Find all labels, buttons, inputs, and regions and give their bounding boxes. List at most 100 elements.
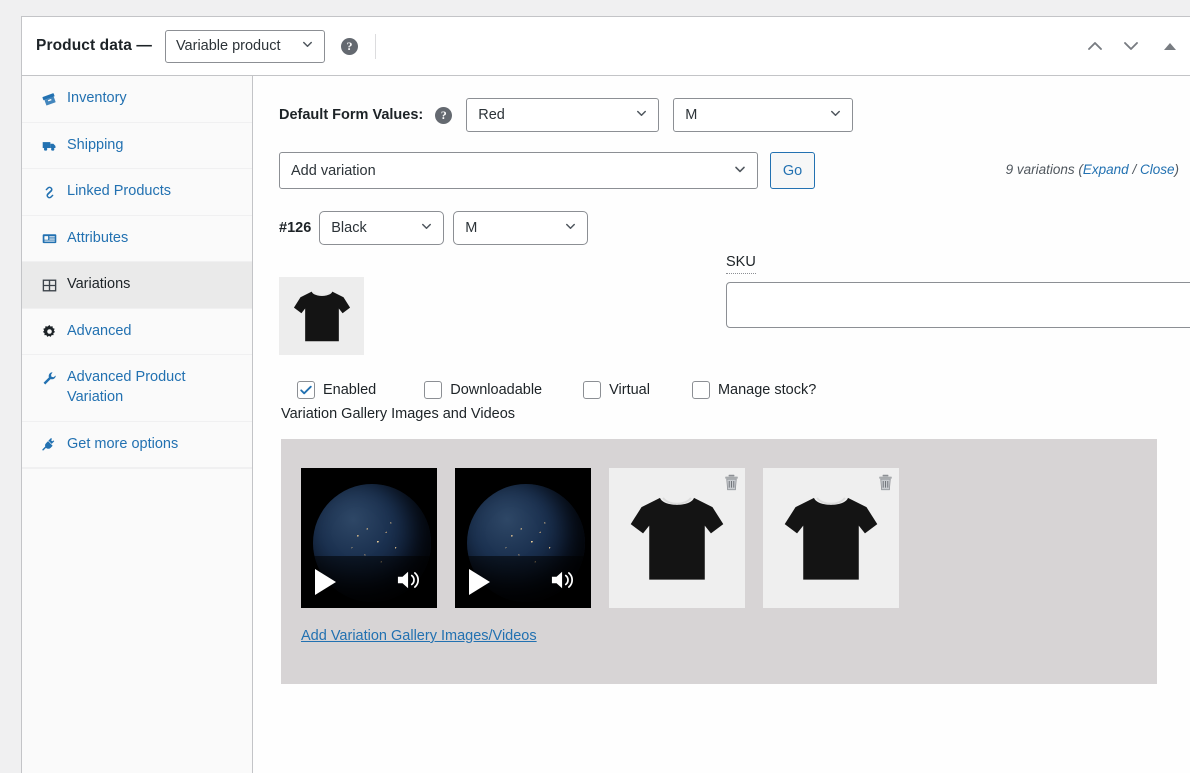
variation-top-row: SKU ?: [279, 254, 1190, 355]
go-button[interactable]: Go: [770, 152, 815, 189]
variations-separator: /: [1132, 162, 1137, 177]
trash-icon[interactable]: [720, 471, 742, 493]
truck-icon: [40, 137, 58, 155]
play-icon[interactable]: [315, 569, 336, 595]
id-card-icon: [40, 230, 58, 248]
grid-icon: [40, 276, 58, 294]
checkbox-manage-stock-box[interactable]: [691, 381, 710, 399]
variation-size-select[interactable]: M: [453, 211, 589, 245]
panel-body: Inventory Shipping Linked Products Attri…: [22, 76, 1190, 773]
variations-panel: Default Form Values: ? Red M Add variati…: [253, 76, 1190, 773]
video-controls: [301, 556, 437, 608]
gear-icon: [40, 323, 58, 341]
wrench-icon: [40, 369, 58, 387]
volume-icon[interactable]: [549, 568, 577, 597]
sidebar-item-advanced-product-variation[interactable]: Advanced Product Variation: [22, 355, 252, 422]
sidebar-item-label: Get more options: [67, 435, 179, 452]
gallery-image-item[interactable]: [609, 468, 745, 608]
help-circle-icon[interactable]: ?: [340, 37, 358, 55]
checkbox-label: Enabled: [323, 382, 377, 398]
sku-block: SKU ?: [726, 253, 1190, 328]
variation-thumbnail[interactable]: [279, 277, 364, 355]
gallery-image-item[interactable]: [763, 468, 899, 608]
black-tshirt-icon: [293, 291, 350, 342]
sku-label: SKU: [726, 253, 756, 274]
default-size-value: M: [685, 107, 698, 123]
sidebar-item-label: Shipping: [67, 136, 124, 153]
checkbox-enabled[interactable]: Enabled: [297, 381, 376, 399]
page-title: Product data —: [36, 37, 152, 54]
trash-icon[interactable]: [874, 471, 896, 493]
panel-header-actions: [1084, 35, 1176, 57]
chevron-down-icon[interactable]: [1120, 35, 1142, 57]
sidebar-item-label: Variations: [67, 276, 131, 293]
sku-label-row: SKU ?: [726, 253, 1190, 274]
variation-checkboxes: Enabled Downloadable Virtual Manage stoc…: [279, 355, 1190, 399]
variation-color-value: Black: [331, 220, 367, 236]
checkbox-downloadable-box[interactable]: [424, 381, 443, 399]
product-data-panel: Product data — Variable product ? Invent…: [21, 16, 1190, 773]
help-circle-icon[interactable]: ?: [435, 106, 453, 124]
add-variation-select[interactable]: Add variation: [279, 152, 758, 189]
variation-gallery: Add Variation Gallery Images/Videos: [281, 439, 1157, 684]
variation-header-row: #126 Black M: [253, 189, 1190, 245]
sidebar-item-advanced[interactable]: Advanced: [22, 309, 252, 356]
add-variation-value: Add variation: [291, 162, 376, 179]
add-variation-row: Add variation Go 9 variations (Expand / …: [253, 132, 1190, 189]
black-tshirt-image: [784, 497, 878, 580]
check-icon: [300, 385, 312, 395]
checkbox-label: Virtual: [609, 382, 650, 398]
variation-id: #126: [279, 220, 312, 236]
variations-count: 9 variations (Expand / Close): [1006, 162, 1179, 177]
chevron-up-icon[interactable]: [1084, 35, 1106, 57]
variations-paren-close: ): [1174, 162, 1180, 177]
product-type-select[interactable]: Variable product: [164, 29, 325, 63]
gallery-video-item[interactable]: [455, 468, 591, 608]
default-color-value: Red: [478, 107, 505, 123]
gallery-video-item[interactable]: [301, 468, 437, 608]
variation-size-value: M: [465, 220, 478, 236]
sidebar-item-shipping[interactable]: Shipping: [22, 123, 252, 170]
sidebar-item-label: Inventory: [67, 90, 127, 106]
sku-input[interactable]: [726, 281, 1190, 328]
checkbox-label: Manage stock?: [717, 382, 817, 398]
close-link[interactable]: Close: [1140, 162, 1175, 177]
checkbox-virtual[interactable]: Virtual: [583, 381, 650, 399]
play-icon[interactable]: [469, 569, 490, 595]
default-color-select[interactable]: Red: [466, 98, 660, 132]
sidebar-filler: [22, 468, 252, 470]
sidebar-item-get-more-options[interactable]: Get more options: [22, 422, 252, 469]
checkbox-virtual-box[interactable]: [583, 381, 602, 399]
checkbox-label: Downloadable: [450, 382, 543, 398]
default-form-values-row: Default Form Values: ? Red M: [253, 76, 1190, 132]
chevron-down-icon: [300, 37, 315, 56]
checkbox-manage-stock[interactable]: Manage stock?: [691, 381, 817, 399]
sidebar-item-linked-products[interactable]: Linked Products: [22, 169, 252, 216]
add-gallery-images-link[interactable]: Add Variation Gallery Images/Videos: [301, 628, 537, 644]
black-tshirt-image: [630, 497, 724, 580]
checkbox-enabled-box[interactable]: [297, 381, 315, 399]
product-data-tabs: Inventory Shipping Linked Products Attri…: [22, 76, 253, 773]
sidebar-item-attributes[interactable]: Attributes: [22, 216, 252, 263]
checkbox-downloadable[interactable]: Downloadable: [424, 381, 542, 399]
chevron-down-icon: [634, 106, 649, 125]
variation-color-select[interactable]: Black: [319, 211, 445, 245]
chevron-down-icon: [419, 219, 434, 238]
video-controls: [455, 556, 591, 608]
variations-count-text: 9 variations: [1005, 162, 1075, 177]
sidebar-item-inventory[interactable]: Inventory: [22, 76, 252, 123]
variation-body: SKU ? Enabled: [253, 245, 1190, 684]
plug-icon: [40, 436, 58, 454]
product-type-value: Variable product: [175, 38, 281, 54]
header-divider: [374, 33, 376, 59]
sidebar-item-variations[interactable]: Variations: [22, 262, 252, 309]
chevron-down-icon: [828, 106, 843, 125]
chevron-down-icon: [732, 161, 748, 181]
volume-icon[interactable]: [395, 568, 423, 597]
triangle-up-icon[interactable]: [1164, 42, 1176, 50]
product-data-metabox: Product data — Variable product ? Invent…: [0, 0, 1190, 773]
expand-link[interactable]: Expand: [1083, 162, 1129, 177]
default-size-select[interactable]: M: [673, 98, 854, 132]
sidebar-item-label: Linked Products: [67, 183, 171, 200]
panel-header: Product data — Variable product ?: [22, 17, 1190, 76]
